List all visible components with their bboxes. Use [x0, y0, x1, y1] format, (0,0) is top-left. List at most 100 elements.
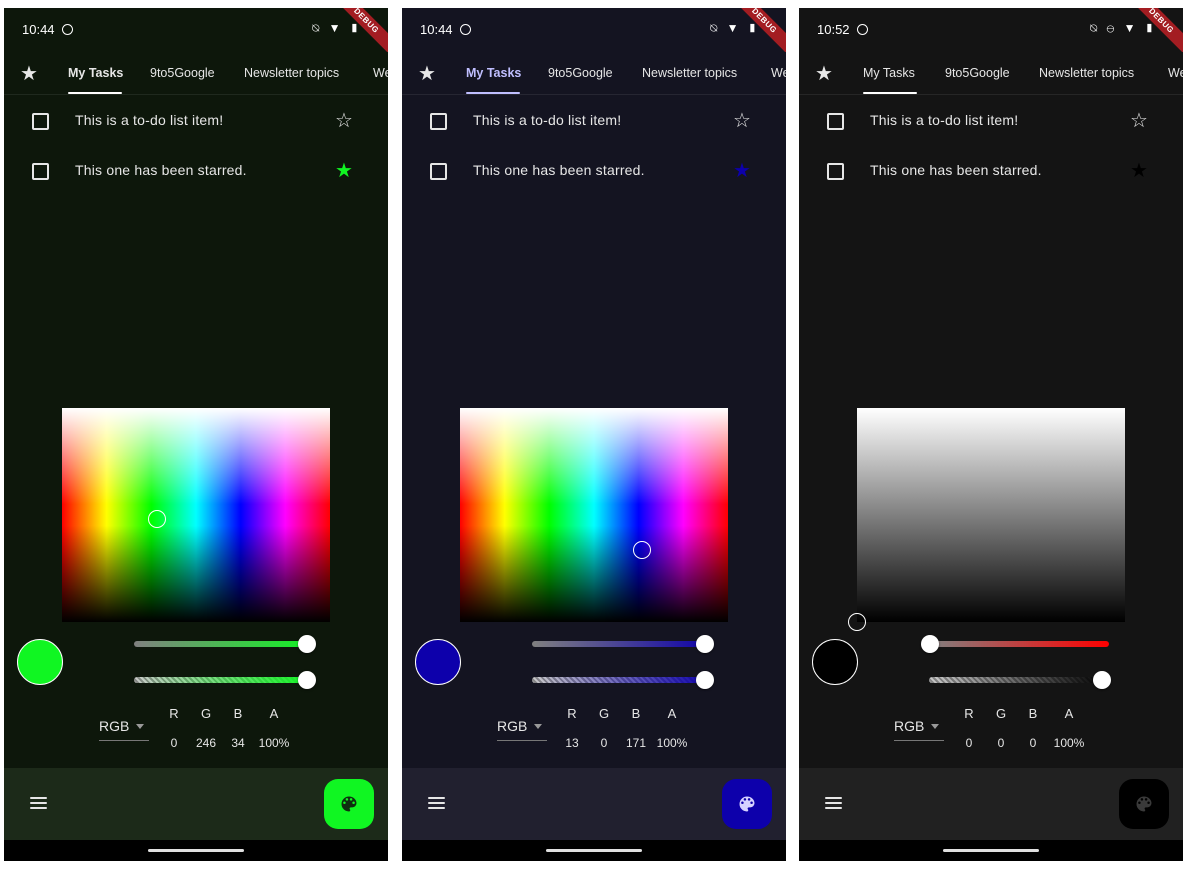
star-outline-icon[interactable]: ☆	[733, 108, 751, 133]
color-picker-area[interactable]	[848, 408, 1125, 631]
tab-indicator	[466, 92, 520, 94]
lightness-slider[interactable]	[134, 635, 316, 653]
task-checkbox[interactable]	[430, 113, 447, 130]
palette-icon	[341, 796, 357, 812]
channel-value-a: 100%	[1053, 736, 1085, 750]
menu-icon[interactable]	[825, 797, 842, 810]
alpha-slider[interactable]	[134, 671, 316, 689]
color-picker-cursor[interactable]	[148, 510, 166, 528]
star-outline-icon[interactable]: ☆	[1130, 108, 1148, 133]
phone-screen-green: 10:44 ⍉ ▼ ▮ DEBUG ★ My Tasks 9to5Google …	[4, 8, 388, 861]
tab-newsletter-topics[interactable]: Newsletter topics	[642, 66, 737, 80]
task-item[interactable]: This is a to-do list item! ☆	[4, 100, 388, 140]
channel-value-a: 100%	[656, 736, 688, 750]
star-filled-icon[interactable]: ★	[335, 158, 353, 183]
task-checkbox[interactable]	[32, 113, 49, 130]
palette-icon	[1136, 796, 1152, 812]
color-model-value: RGB	[497, 718, 528, 734]
tab-bar: ★ My Tasks 9to5Google Newsletter topics …	[799, 52, 1183, 95]
alpha-slider[interactable]	[532, 671, 714, 689]
task-checkbox[interactable]	[430, 163, 447, 180]
lightness-slider[interactable]	[921, 635, 1109, 653]
channel-value-a: 100%	[258, 736, 290, 750]
palette-fab-button[interactable]	[1119, 779, 1169, 829]
task-title: This is a to-do list item!	[870, 112, 1019, 128]
tab-9to5google[interactable]: 9to5Google	[945, 66, 1010, 80]
task-title: This one has been starred.	[870, 162, 1042, 178]
task-checkbox[interactable]	[827, 113, 844, 130]
task-title: This one has been starred.	[473, 162, 645, 178]
bottom-app-bar	[799, 768, 1183, 840]
color-picker-cursor[interactable]	[848, 613, 866, 631]
lightness-slider[interactable]	[532, 635, 714, 653]
channel-value-b: 171	[625, 736, 647, 750]
color-model-dropdown[interactable]: RGB	[99, 718, 149, 741]
tab-overflow[interactable]: We	[771, 66, 786, 80]
menu-icon[interactable]	[30, 797, 47, 810]
task-item[interactable]: This is a to-do list item! ☆	[799, 100, 1183, 140]
task-item[interactable]: This one has been starred. ★	[4, 150, 388, 190]
dropdown-caret-icon	[136, 724, 144, 729]
channel-value-b: 0	[1029, 736, 1037, 750]
status-icons: ⍉ ⊖ ▼ ▮	[1089, 21, 1157, 35]
color-picker-cursor[interactable]	[633, 541, 651, 559]
phone-screen-blue: 10:44 ⍉ ▼ ▮ DEBUG ★ My Tasks 9to5Google …	[402, 8, 786, 861]
status-icons: ⍉ ▼ ▮	[312, 21, 362, 35]
color-preview-swatch	[415, 639, 461, 685]
palette-fab-button[interactable]	[324, 779, 374, 829]
starred-tab-star-icon[interactable]: ★	[815, 61, 833, 86]
alpha-slider-thumb[interactable]	[696, 671, 714, 689]
tab-my-tasks[interactable]: My Tasks	[68, 66, 123, 80]
gesture-handle[interactable]	[148, 849, 244, 852]
star-filled-icon[interactable]: ★	[733, 158, 751, 183]
palette-fab-button[interactable]	[722, 779, 772, 829]
lightness-slider-thumb[interactable]	[696, 635, 714, 653]
lightness-slider-thumb[interactable]	[921, 635, 939, 653]
menu-icon[interactable]	[428, 797, 445, 810]
tab-newsletter-topics[interactable]: Newsletter topics	[1039, 66, 1134, 80]
task-item[interactable]: This is a to-do list item! ☆	[402, 100, 786, 140]
star-outline-icon[interactable]: ☆	[335, 108, 353, 133]
starred-tab-star-icon[interactable]: ★	[418, 61, 436, 86]
channel-label-b: B	[631, 706, 641, 721]
status-time: 10:44	[420, 22, 453, 37]
starred-tab-star-icon[interactable]: ★	[20, 61, 38, 86]
tab-bar: ★ My Tasks 9to5Google Newsletter topics …	[4, 52, 388, 95]
status-time: 10:52	[817, 22, 850, 37]
channel-label-a: A	[269, 706, 279, 721]
color-model-dropdown[interactable]: RGB	[497, 718, 547, 741]
tab-my-tasks[interactable]: My Tasks	[863, 66, 915, 80]
alpha-slider[interactable]	[929, 671, 1111, 689]
task-checkbox[interactable]	[827, 163, 844, 180]
dropdown-caret-icon	[534, 724, 542, 729]
color-picker-area[interactable]	[460, 408, 728, 622]
tab-9to5google[interactable]: 9to5Google	[548, 66, 613, 80]
tab-my-tasks[interactable]: My Tasks	[466, 66, 521, 80]
notification-icon	[460, 24, 471, 35]
task-item[interactable]: This one has been starred. ★	[402, 150, 786, 190]
phone-screen-black: 10:52 ⍉ ⊖ ▼ ▮ DEBUG ★ My Tasks 9to5Googl…	[799, 8, 1183, 861]
tab-newsletter-topics[interactable]: Newsletter topics	[244, 66, 339, 80]
lightness-slider-thumb[interactable]	[298, 635, 316, 653]
star-filled-icon[interactable]: ★	[1130, 158, 1148, 183]
gesture-handle[interactable]	[943, 849, 1039, 852]
dropdown-caret-icon	[931, 724, 939, 729]
channel-label-a: A	[1064, 706, 1074, 721]
gesture-handle[interactable]	[546, 849, 642, 852]
channel-label-a: A	[667, 706, 677, 721]
task-checkbox[interactable]	[32, 163, 49, 180]
task-item[interactable]: This one has been starred. ★	[799, 150, 1183, 190]
tab-overflow[interactable]: We	[1168, 66, 1183, 80]
color-picker-area[interactable]	[62, 408, 330, 622]
alpha-slider-thumb[interactable]	[298, 671, 316, 689]
color-model-dropdown[interactable]: RGB	[894, 718, 944, 741]
alpha-slider-thumb[interactable]	[1093, 671, 1111, 689]
color-preview-swatch	[17, 639, 63, 685]
tab-overflow[interactable]: We	[373, 66, 388, 80]
status-time: 10:44	[22, 22, 55, 37]
status-bar: 10:44 ⍉ ▼ ▮ DEBUG	[402, 8, 786, 60]
tab-bar: ★ My Tasks 9to5Google Newsletter topics …	[402, 52, 786, 95]
color-model-value: RGB	[99, 718, 130, 734]
tab-9to5google[interactable]: 9to5Google	[150, 66, 215, 80]
notification-icon	[857, 24, 868, 35]
